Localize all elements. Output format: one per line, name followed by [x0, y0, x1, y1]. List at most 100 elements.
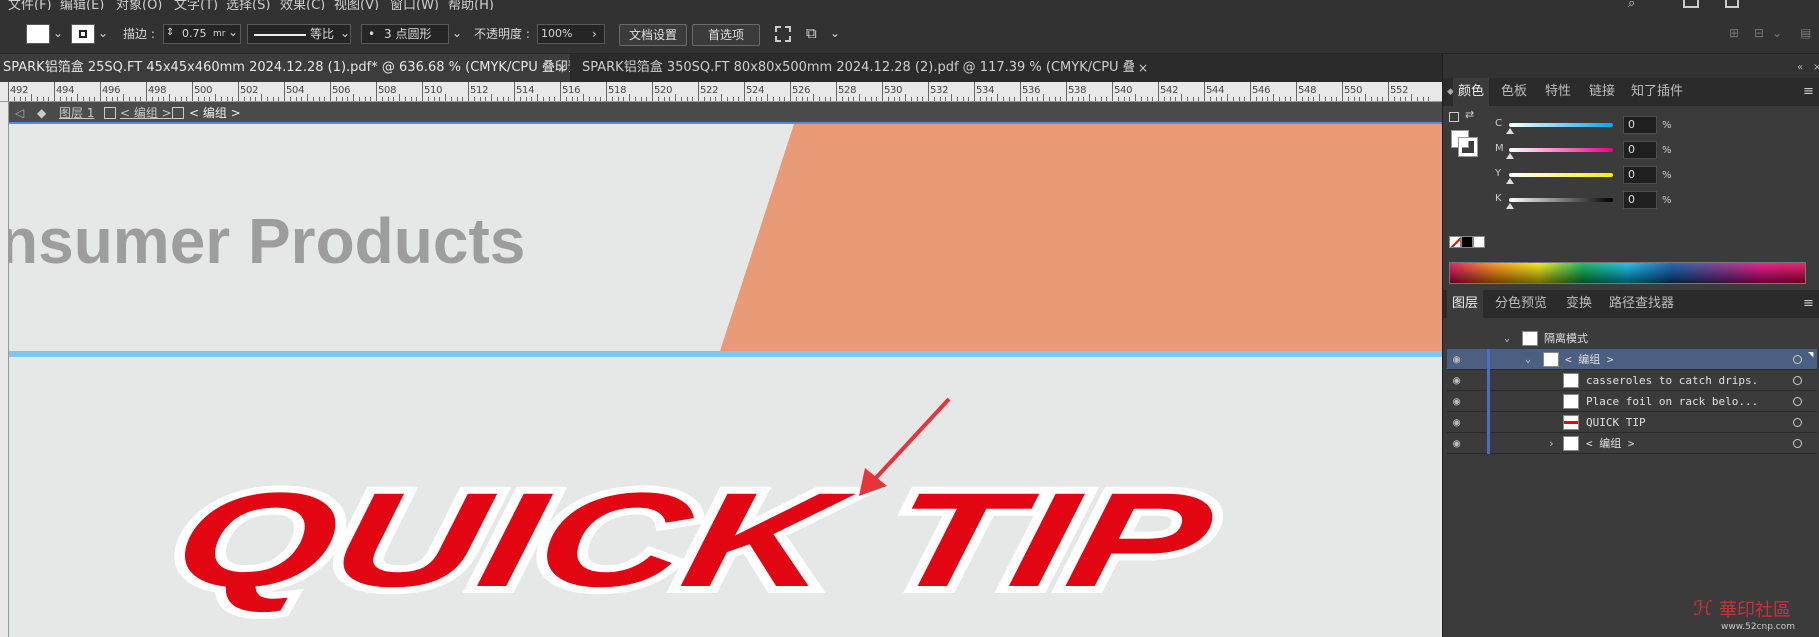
color-spectrum[interactable] [1449, 262, 1806, 284]
chevron-down-icon[interactable]: ⌄ [340, 23, 350, 43]
menu-type[interactable]: 文字(T) [174, 0, 218, 10]
isolation-mode-row[interactable]: ⌄ 隔离模式 [1447, 328, 1817, 349]
close-icon[interactable]: × [557, 54, 567, 82]
document-setup-button[interactable]: 文档设置 [619, 24, 687, 46]
eye-icon[interactable]: ◉ [1453, 391, 1460, 412]
chevron-down-icon[interactable]: ⌄ [228, 22, 238, 42]
arrange-icon[interactable] [1725, 0, 1739, 8]
tab-layers[interactable]: 图层 [1447, 290, 1484, 318]
stroke-color-swatch[interactable] [1458, 137, 1478, 157]
magenta-slider[interactable] [1506, 148, 1613, 159]
back-arrow-icon[interactable]: ◁ [15, 102, 24, 124]
chevron-down-icon[interactable]: ⌄ [98, 23, 108, 43]
menu-help[interactable]: 帮助(H) [448, 0, 494, 10]
menu-window[interactable]: 窗口(W) [390, 0, 439, 10]
yellow-slider[interactable] [1506, 173, 1613, 184]
horizontal-ruler[interactable]: 492 494 496 498 500 502 504 506 508 510 512 514 516 5… [0, 82, 1442, 102]
tab-transform[interactable]: 变换 [1561, 290, 1597, 318]
salmon-banner[interactable] [720, 124, 1442, 351]
white-swatch[interactable] [1473, 236, 1485, 248]
blue-stripe[interactable] [9, 351, 1442, 357]
target-icon[interactable] [1793, 376, 1802, 385]
chevron-down-icon[interactable]: ⌄ [53, 23, 63, 43]
black-slider[interactable] [1506, 198, 1613, 209]
vertical-ruler[interactable] [0, 102, 9, 637]
breadcrumb-layer[interactable]: 图层 1 [59, 102, 94, 124]
chevron-down-icon[interactable]: ⌄ [830, 23, 840, 43]
panel-toggle-icon[interactable]: ⊟ [1754, 23, 1764, 43]
tab-links[interactable]: 链接 [1584, 78, 1620, 106]
menu-effect[interactable]: 效果(C) [280, 0, 325, 10]
eye-icon[interactable]: ◉ [1453, 433, 1460, 454]
stroke-weight-field[interactable]: ⇕ 0.75 mr ⌄ [163, 24, 241, 44]
tab-zhiliao-plugin[interactable]: 知了插件 [1626, 78, 1688, 106]
magenta-value[interactable]: 0 [1623, 141, 1657, 159]
tab-swatches[interactable]: 色板 [1496, 78, 1532, 106]
menu-select[interactable]: 选择(S) [226, 0, 270, 10]
menu-object[interactable]: 对象(O) [116, 0, 162, 10]
chevron-down-icon[interactable]: ⌄ [1504, 328, 1510, 349]
tab-pathfinder[interactable]: 路径查找器 [1604, 290, 1679, 318]
artboard-canvas[interactable]: nsumer Products QUICK TIP [9, 124, 1442, 637]
layer-row[interactable]: ◉ Place foil on rack belo... [1447, 391, 1817, 412]
headline-text[interactable]: nsumer Products [9, 205, 525, 277]
layer-row-group-selected[interactable]: ◉ ⌄ < 编组 > ◥ [1447, 349, 1817, 370]
layer-row[interactable]: ◉ › < 编组 > [1447, 433, 1817, 454]
slider-handle[interactable] [1506, 178, 1514, 184]
stroke-weight-value[interactable]: 0.75 [182, 24, 207, 44]
stroke-swatch[interactable] [71, 24, 95, 44]
workspace-icon[interactable] [1683, 0, 1699, 8]
preferences-button[interactable]: 首选项 [692, 24, 760, 46]
cyan-slider[interactable] [1506, 123, 1613, 134]
stepper-icon[interactable]: ⇕ [166, 23, 174, 43]
transform-icon[interactable]: ⧉ [806, 23, 817, 43]
tab-attributes[interactable]: 特性 [1540, 78, 1576, 106]
black-swatch[interactable] [1461, 236, 1473, 248]
swap-colors-icon[interactable]: ⇄ [1465, 108, 1474, 121]
cyan-value[interactable]: 0 [1623, 116, 1657, 134]
close-icon[interactable]: × [1138, 54, 1148, 82]
menu-view[interactable]: 视图(V) [334, 0, 379, 10]
search-icon[interactable]: ⌕ [1628, 0, 1635, 10]
chevron-down-icon[interactable]: ⌄ [452, 23, 462, 43]
eye-icon[interactable]: ◉ [1453, 370, 1460, 391]
tab-document-1[interactable]: SPARK铝箔盒 25SQ.FT 45x45x460mm 2024.12.28 … [0, 54, 570, 82]
target-icon[interactable] [1793, 397, 1802, 406]
eye-icon[interactable]: ◉ [1453, 349, 1460, 370]
tab-color[interactable]: 颜色 [1453, 78, 1490, 106]
brush-definition[interactable]: • 3 点圆形 [361, 24, 449, 44]
fill-swatch[interactable] [26, 24, 50, 44]
panel-menu-icon[interactable]: ≡ [1803, 84, 1814, 99]
close-panel-icon[interactable]: × [1813, 62, 1819, 73]
tab-document-2[interactable]: SPARK铝箔盒 350SQ.FT 80x80x500mm 2024.12.28… [574, 54, 1134, 82]
variable-width-profile[interactable]: 等比 [247, 24, 351, 44]
arrange-docs-icon[interactable]: ⊞ [1729, 23, 1739, 43]
breadcrumb-group-1[interactable]: < 编组 > [120, 102, 172, 124]
align-icon[interactable] [775, 26, 791, 42]
layer-row[interactable]: ◉ casseroles to catch drips. [1447, 370, 1817, 391]
chevron-down-icon[interactable]: ⌄ [1772, 23, 1782, 43]
menu-file[interactable]: 文件(F) [8, 0, 52, 10]
slider-handle[interactable] [1506, 203, 1514, 209]
chevron-down-icon[interactable]: ⌄ [1525, 349, 1531, 370]
menu-edit[interactable]: 编辑(E) [60, 0, 104, 10]
opacity-value[interactable]: 100% [541, 24, 572, 44]
chevron-right-icon[interactable]: › [592, 24, 597, 44]
panel-menu-icon[interactable]: ≡ [1803, 296, 1814, 311]
collapse-panels-icon[interactable]: « [1797, 62, 1803, 73]
target-icon[interactable] [1793, 355, 1802, 364]
eye-icon[interactable]: ◉ [1453, 412, 1460, 433]
layer-row[interactable]: ◉ QUICK TIP [1447, 412, 1817, 433]
yellow-value[interactable]: 0 [1623, 166, 1657, 184]
chevron-right-icon[interactable]: › [1548, 433, 1555, 454]
target-icon[interactable] [1793, 418, 1802, 427]
default-colors-icon[interactable] [1449, 112, 1459, 122]
tab-separations-preview[interactable]: 分色预览 [1490, 290, 1552, 318]
panel-layout-icon[interactable]: ▤ [1800, 23, 1811, 43]
none-swatch[interactable] [1449, 236, 1461, 248]
target-icon[interactable] [1793, 439, 1802, 448]
black-value[interactable]: 0 [1623, 191, 1657, 209]
slider-handle[interactable] [1506, 128, 1514, 134]
slider-handle[interactable] [1506, 153, 1514, 159]
quick-tip-text[interactable]: QUICK TIP [155, 457, 1232, 621]
